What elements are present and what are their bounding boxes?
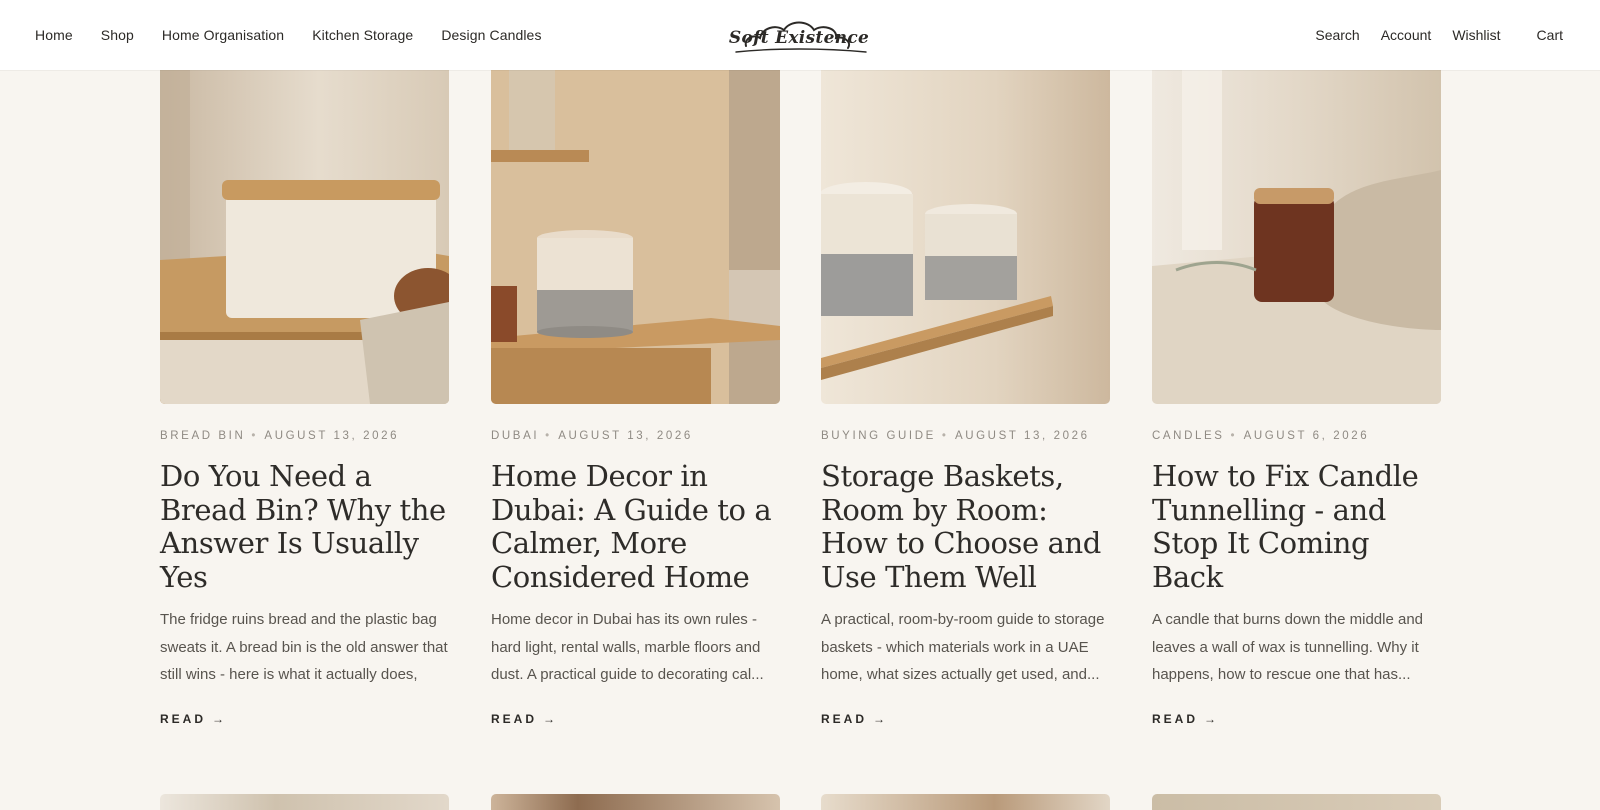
post-card: Buying Guide • August 13, 2026 Storage Bas… — [821, 70, 1110, 726]
read-label: READ — [491, 712, 538, 726]
read-label: READ — [160, 712, 207, 726]
post-image-candle[interactable] — [1152, 70, 1441, 404]
post-date: August 6, 2026 — [1243, 430, 1370, 442]
read-label: READ — [1152, 712, 1199, 726]
post-title[interactable]: Do You Need a Bread Bin? Why the Answer … — [160, 459, 449, 594]
read-more-link[interactable]: READ → — [1152, 712, 1216, 726]
read-more-link[interactable]: READ → — [821, 712, 885, 726]
site-logo[interactable]: Soft Existence — [724, 12, 874, 58]
read-more-link[interactable]: READ → — [160, 712, 224, 726]
meta-separator: • — [941, 430, 946, 442]
post-title[interactable]: Storage Baskets, Room by Room: How to Ch… — [821, 459, 1110, 594]
post-image-dubai[interactable] — [491, 70, 780, 404]
post-category[interactable]: Buying Guide — [821, 430, 936, 442]
post-title[interactable]: Home Decor in Dubai: A Guide to a Calmer… — [491, 459, 780, 594]
nav-design-candles[interactable]: Design Candles — [441, 27, 541, 43]
post-date: August 13, 2026 — [264, 430, 400, 442]
account-link[interactable]: Account — [1381, 27, 1432, 43]
site-header: Home Shop Home Organisation Kitchen Stor… — [0, 0, 1600, 70]
post-excerpt: A candle that burns down the middle and … — [1152, 611, 1424, 683]
post-title[interactable]: How to Fix Candle Tunnelling - and Stop … — [1152, 459, 1441, 594]
nav-home[interactable]: Home — [35, 27, 73, 43]
post-category[interactable]: Candles — [1152, 430, 1225, 442]
post-meta: Buying Guide • August 13, 2026 — [821, 430, 1110, 446]
post-card: Dubai • August 13, 2026 Home Decor in Duba… — [491, 70, 780, 726]
post-category[interactable]: Dubai — [491, 430, 539, 442]
post-date: August 13, 2026 — [558, 430, 693, 442]
utility-nav: Search Account Wishlist Cart — [1294, 0, 1563, 70]
nav-shop[interactable]: Shop — [101, 27, 134, 43]
read-more-link[interactable]: READ → — [491, 712, 555, 726]
post-card: Candles • August 6, 2026 How to Fix Candle… — [1152, 70, 1441, 726]
read-label: READ — [821, 712, 868, 726]
arrow-right-icon: → — [873, 712, 886, 726]
meta-separator: • — [251, 430, 256, 442]
nav-kitchen-storage[interactable]: Kitchen Storage — [312, 27, 413, 43]
post-excerpt: Home decor in Dubai has its own rules - … — [491, 611, 764, 683]
post-image-next-2[interactable] — [491, 794, 780, 810]
post-card: Bread Bin • August 13, 2026 Do You Need a … — [160, 70, 449, 726]
post-image-next-3[interactable] — [821, 794, 1110, 810]
post-image-storage-baskets[interactable] — [821, 70, 1110, 404]
post-meta: Bread Bin • August 13, 2026 — [160, 430, 449, 446]
meta-separator: • — [545, 430, 550, 442]
meta-separator: • — [1230, 430, 1235, 442]
primary-nav: Home Shop Home Organisation Kitchen Stor… — [35, 0, 570, 70]
logo-wordmark: Soft Existence — [728, 28, 870, 48]
post-meta: Candles • August 6, 2026 — [1152, 430, 1441, 446]
post-image-next-1[interactable] — [160, 794, 449, 810]
post-image-bread-bin[interactable] — [160, 70, 449, 404]
post-excerpt: The fridge ruins bread and the plastic b… — [160, 611, 448, 683]
arrow-right-icon: → — [543, 712, 556, 726]
post-excerpt: A practical, room-by-room guide to stora… — [821, 611, 1105, 683]
post-category[interactable]: Bread Bin — [160, 430, 245, 442]
nav-home-organisation[interactable]: Home Organisation — [162, 27, 284, 43]
post-date: August 13, 2026 — [954, 430, 1090, 442]
post-meta: Dubai • August 13, 2026 — [491, 430, 780, 446]
post-image-next-4[interactable] — [1152, 794, 1441, 810]
search-link[interactable]: Search — [1315, 27, 1359, 43]
arrow-right-icon: → — [1204, 712, 1217, 726]
cart-link[interactable]: Cart — [1537, 27, 1563, 43]
wishlist-link[interactable]: Wishlist — [1452, 27, 1500, 43]
arrow-right-icon: → — [212, 712, 225, 726]
